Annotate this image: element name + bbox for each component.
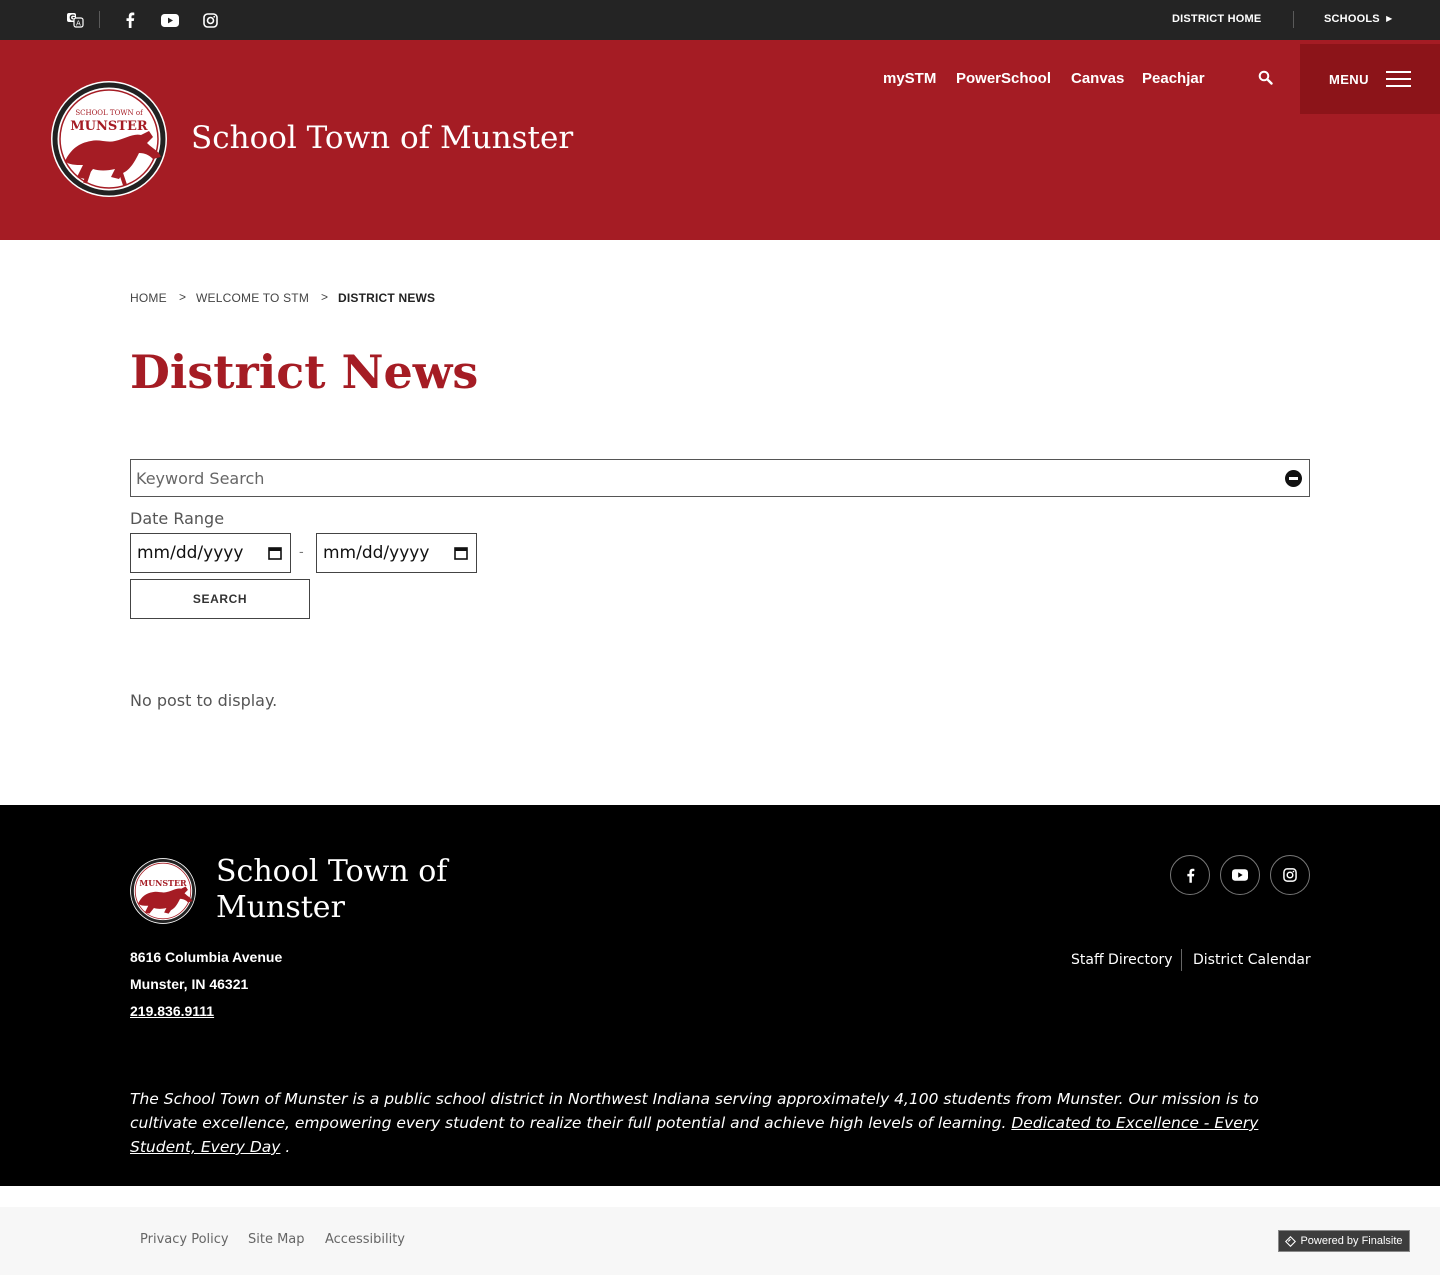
footer-address-line2: Munster, IN 46321 <box>130 976 249 992</box>
site-title[interactable]: School Town of Munster <box>191 120 573 156</box>
menu-label: MENU <box>1329 72 1369 87</box>
no-results-message: No post to display. <box>130 691 278 710</box>
footer-facebook-icon[interactable] <box>1170 855 1210 895</box>
quick-link-powerschool[interactable]: PowerSchool <box>956 70 1051 87</box>
svg-text:MUNSTER: MUNSTER <box>70 119 148 134</box>
privacy-policy-link[interactable]: Privacy Policy <box>140 1232 229 1247</box>
site-map-link[interactable]: Site Map <box>248 1232 305 1247</box>
quick-link-canvas[interactable]: Canvas <box>1071 70 1124 87</box>
site-footer: MUNSTER School Town of Munster 8616 Colu… <box>0 805 1440 1186</box>
powered-by-label: Powered by Finalsite <box>1300 1235 1403 1247</box>
keyword-search-box <box>130 459 1310 497</box>
breadcrumb-current: DISTRICT NEWS <box>338 291 436 305</box>
footer-phone-link[interactable]: 219.836.9111 <box>130 1003 214 1019</box>
calendar-icon[interactable] <box>268 546 282 560</box>
caret-right-icon: ▶ <box>1386 14 1393 23</box>
footer-logo[interactable]: MUNSTER <box>129 857 197 925</box>
footer-youtube-icon[interactable] <box>1220 855 1260 895</box>
quick-link-peachjar[interactable]: Peachjar <box>1142 70 1205 87</box>
start-date-value: mm/dd/yyyy <box>137 543 244 563</box>
mission-end: . <box>285 1138 291 1156</box>
keyword-search-input[interactable] <box>136 460 1276 496</box>
quick-link-mystm[interactable]: mySTM <box>883 70 936 87</box>
end-date-input[interactable]: mm/dd/yyyy <box>316 533 477 573</box>
footer-title: School Town of Munster <box>216 854 447 926</box>
divider <box>99 11 100 28</box>
breadcrumb-separator: > <box>179 290 187 304</box>
footer-instagram-icon[interactable] <box>1270 855 1310 895</box>
translate-icon[interactable]: G A <box>65 10 85 30</box>
finalsite-icon <box>1285 1235 1297 1247</box>
site-header: SCHOOL TOWN of MUNSTER School Town of Mu… <box>0 40 1440 240</box>
breadcrumb-welcome[interactable]: WELCOME TO STM <box>196 291 309 305</box>
footer-title-line2: Munster <box>216 890 345 925</box>
menu-button[interactable]: MENU <box>1300 44 1440 114</box>
staff-directory-link[interactable]: Staff Directory <box>1071 952 1173 968</box>
date-range-label: Date Range <box>130 509 225 528</box>
breadcrumb-separator: > <box>321 290 329 304</box>
schools-dropdown[interactable]: SCHOOLS ▶ <box>1324 13 1392 25</box>
facebook-icon[interactable] <box>120 10 140 30</box>
end-date-value: mm/dd/yyyy <box>323 543 430 563</box>
clear-icon[interactable] <box>1285 470 1302 487</box>
district-calendar-link[interactable]: District Calendar <box>1193 952 1311 968</box>
divider <box>1293 11 1294 28</box>
district-logo[interactable]: SCHOOL TOWN of MUNSTER <box>49 79 169 199</box>
powered-by-finalsite-badge[interactable]: Powered by Finalsite <box>1278 1230 1410 1252</box>
start-date-input[interactable]: mm/dd/yyyy <box>130 533 291 573</box>
svg-text:SCHOOL TOWN of: SCHOOL TOWN of <box>75 109 144 117</box>
footer-title-line1: School Town of <box>216 854 448 889</box>
divider <box>1181 949 1182 971</box>
svg-text:MUNSTER: MUNSTER <box>139 879 187 888</box>
footer-address-line1: 8616 Columbia Avenue <box>130 949 283 965</box>
search-icon[interactable] <box>1254 66 1276 88</box>
district-home-link[interactable]: DISTRICT HOME <box>1172 13 1261 25</box>
calendar-icon[interactable] <box>454 546 468 560</box>
legal-bar: Privacy Policy Site Map Accessibility Po… <box>0 1207 1440 1275</box>
schools-label: SCHOOLS <box>1324 13 1380 25</box>
mission-statement: The School Town of Munster is a public s… <box>130 1087 1320 1159</box>
instagram-icon[interactable] <box>200 10 220 30</box>
svg-text:A: A <box>76 20 81 28</box>
hamburger-icon <box>1386 71 1411 87</box>
page-title: District News <box>130 345 479 399</box>
search-button[interactable]: SEARCH <box>130 579 310 619</box>
breadcrumb-home[interactable]: HOME <box>130 291 167 305</box>
utility-bar: G A DISTRICT HOME SCHOOLS ▶ <box>0 0 1440 40</box>
youtube-icon[interactable] <box>160 10 180 30</box>
date-separator: - <box>299 543 304 559</box>
accessibility-link[interactable]: Accessibility <box>325 1232 405 1247</box>
